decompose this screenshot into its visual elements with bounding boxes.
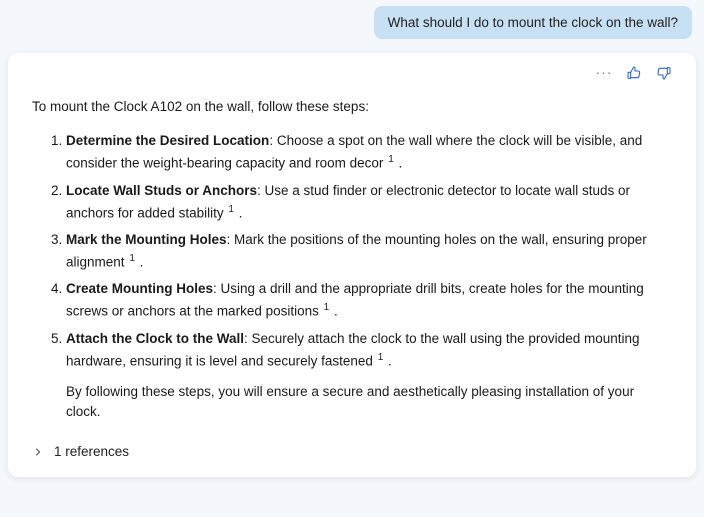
citation-marker[interactable]: 1 <box>387 154 395 165</box>
step-title: Create Mounting Holes <box>66 281 213 296</box>
more-icon[interactable]: ··· <box>596 65 612 81</box>
user-message-bubble: What should I do to mount the clock on t… <box>374 6 692 39</box>
thumbs-up-icon[interactable] <box>626 65 642 81</box>
response-outro: By following these steps, you will ensur… <box>66 382 672 423</box>
assistant-response-card: ··· To mount the Clock A102 on the wall,… <box>8 53 696 477</box>
response-intro: To mount the Clock A102 on the wall, fol… <box>32 97 672 117</box>
list-item: Determine the Desired Location: Choose a… <box>66 131 672 174</box>
user-message-row: What should I do to mount the clock on t… <box>8 6 696 39</box>
step-tail: . <box>235 205 243 220</box>
list-item: Create Mounting Holes: Using a drill and… <box>66 279 672 322</box>
citation-marker[interactable]: 1 <box>227 204 235 215</box>
list-item: Locate Wall Studs or Anchors: Use a stud… <box>66 181 672 224</box>
thumbs-down-icon[interactable] <box>656 65 672 81</box>
step-title: Locate Wall Studs or Anchors <box>66 183 257 198</box>
step-tail: . <box>136 254 144 269</box>
step-title: Mark the Mounting Holes <box>66 232 227 247</box>
citation-marker[interactable]: 1 <box>128 253 136 264</box>
step-tail: . <box>330 304 338 319</box>
step-title: Determine the Desired Location <box>66 133 269 148</box>
step-tail: . <box>384 353 392 368</box>
list-item: Attach the Clock to the Wall: Securely a… <box>66 329 672 423</box>
user-message-text: What should I do to mount the clock on t… <box>388 15 678 30</box>
references-label: 1 references <box>54 444 129 459</box>
response-action-bar: ··· <box>32 65 672 81</box>
step-title: Attach the Clock to the Wall <box>66 331 244 346</box>
chevron-right-icon <box>32 446 44 458</box>
list-item: Mark the Mounting Holes: Mark the positi… <box>66 230 672 273</box>
step-tail: . <box>395 156 403 171</box>
references-toggle[interactable]: 1 references <box>32 444 672 459</box>
steps-list: Determine the Desired Location: Choose a… <box>56 131 672 422</box>
